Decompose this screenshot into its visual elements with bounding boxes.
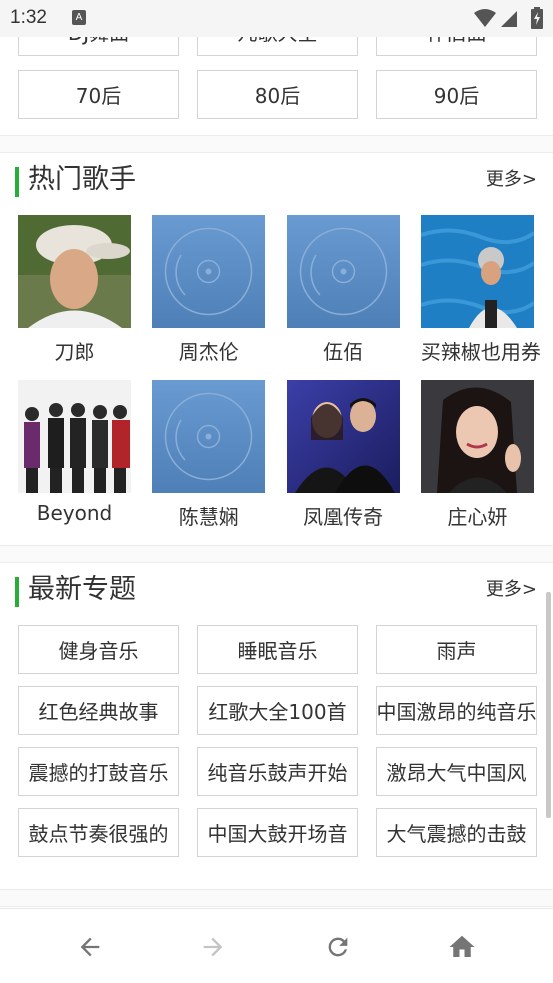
era-buttons-row: 70后 80后 90后 [18,70,538,119]
singer-card[interactable]: 买辣椒也用券 [420,215,541,366]
wifi-icon [474,9,496,27]
notification-text-icon: A [72,10,86,25]
topic-button[interactable]: 鼓点节奏很强的 [18,808,179,857]
era-button[interactable]: 怀旧曲 [376,37,537,56]
topic-button[interactable]: 红色经典故事 [18,686,179,735]
hot-singers-header: 热门歌手 更多> [0,160,553,200]
singer-card[interactable]: 陈慧娴 [152,380,266,531]
topic-button[interactable]: 震撼的打鼓音乐 [18,747,179,796]
singer-photo-icon [420,215,534,328]
hot-singers-title: 热门歌手 [28,164,136,195]
vinyl-placeholder-icon [152,215,266,328]
duo-photo-icon [286,380,400,493]
vinyl-placeholder-icon [286,215,400,328]
singer-name: 庄心妍 [447,505,508,529]
vinyl-placeholder-icon [152,380,266,493]
section-accent-bar [15,577,19,607]
page-content: DJ舞曲 儿歌大全 怀旧曲 70后 80后 90后 热门歌手 更多> [0,37,553,908]
battery-icon [531,7,543,29]
bottom-navigation [0,908,553,983]
singer-name: 陈慧娴 [178,505,239,529]
back-button[interactable] [70,929,110,965]
hot-singers-more-link[interactable]: 更多> [486,160,537,200]
latest-topics-more-link[interactable]: 更多> [486,570,537,610]
singer-name: 刀郎 [54,340,95,364]
topic-button[interactable]: 雨声 [376,625,537,674]
arrow-left-icon [80,937,100,957]
singer-card[interactable]: 刀郎 [18,215,131,366]
reload-icon [328,937,348,957]
era-button-70s[interactable]: 70后 [18,70,179,119]
singer-photo-icon [420,380,534,493]
topic-button[interactable]: 健身音乐 [18,625,179,674]
band-photo-icon [18,380,131,493]
singer-name: 买辣椒也用券 [420,340,541,364]
singer-card[interactable]: 周杰伦 [152,215,266,366]
singer-name: 伍佰 [323,340,364,364]
latest-topics-header: 最新专题 更多> [0,570,553,610]
singer-name: 周杰伦 [178,340,239,364]
section-divider [0,889,553,907]
topic-button[interactable]: 纯音乐鼓声开始 [197,747,358,796]
topic-button[interactable]: 睡眠音乐 [197,625,358,674]
home-icon [449,935,475,957]
singer-name: 凤凰传奇 [303,505,384,529]
topic-button[interactable]: 中国激昂的纯音乐 [376,686,537,735]
singer-card[interactable]: 庄心妍 [420,380,534,531]
status-bar: 1:32 A [0,0,553,37]
arrow-right-icon [203,937,223,957]
singer-card[interactable]: 凤凰传奇 [286,380,400,531]
singer-name: Beyond [36,501,113,525]
section-accent-bar [15,167,19,197]
era-button-80s[interactable]: 80后 [197,70,358,119]
era-button[interactable]: DJ舞曲 [18,37,179,56]
singer-card[interactable]: Beyond [18,380,131,531]
topic-button[interactable]: 红歌大全100首 [197,686,358,735]
home-button[interactable] [442,929,482,965]
section-divider [0,545,553,563]
forward-button[interactable] [193,929,233,965]
topic-button[interactable]: 激昂大气中国风 [376,747,537,796]
page-scrollbar[interactable] [546,592,551,818]
hot-singers-grid: 刀郎 周杰伦 伍佰 买辣椒也用券 Beyond 陈慧娴 凤凰传奇 庄心妍 [18,215,541,531]
latest-topics-grid: 健身音乐 睡眠音乐 雨声 红色经典故事 红歌大全100首 中国激昂的纯音乐 震撼… [18,625,538,857]
singer-photo-icon [18,215,131,328]
topic-button[interactable]: 中国大鼓开场音 [197,808,358,857]
era-buttons-partial-row: DJ舞曲 儿歌大全 怀旧曲 [18,37,538,56]
status-time: 1:32 [10,7,47,28]
era-button[interactable]: 儿歌大全 [197,37,358,56]
latest-topics-title: 最新专题 [28,574,136,605]
cell-signal-icon [501,11,517,27]
singer-card[interactable]: 伍佰 [286,215,400,366]
topic-button[interactable]: 大气震撼的击鼓 [376,808,537,857]
reload-button[interactable] [318,929,358,965]
era-button-90s[interactable]: 90后 [376,70,537,119]
section-divider [0,135,553,153]
